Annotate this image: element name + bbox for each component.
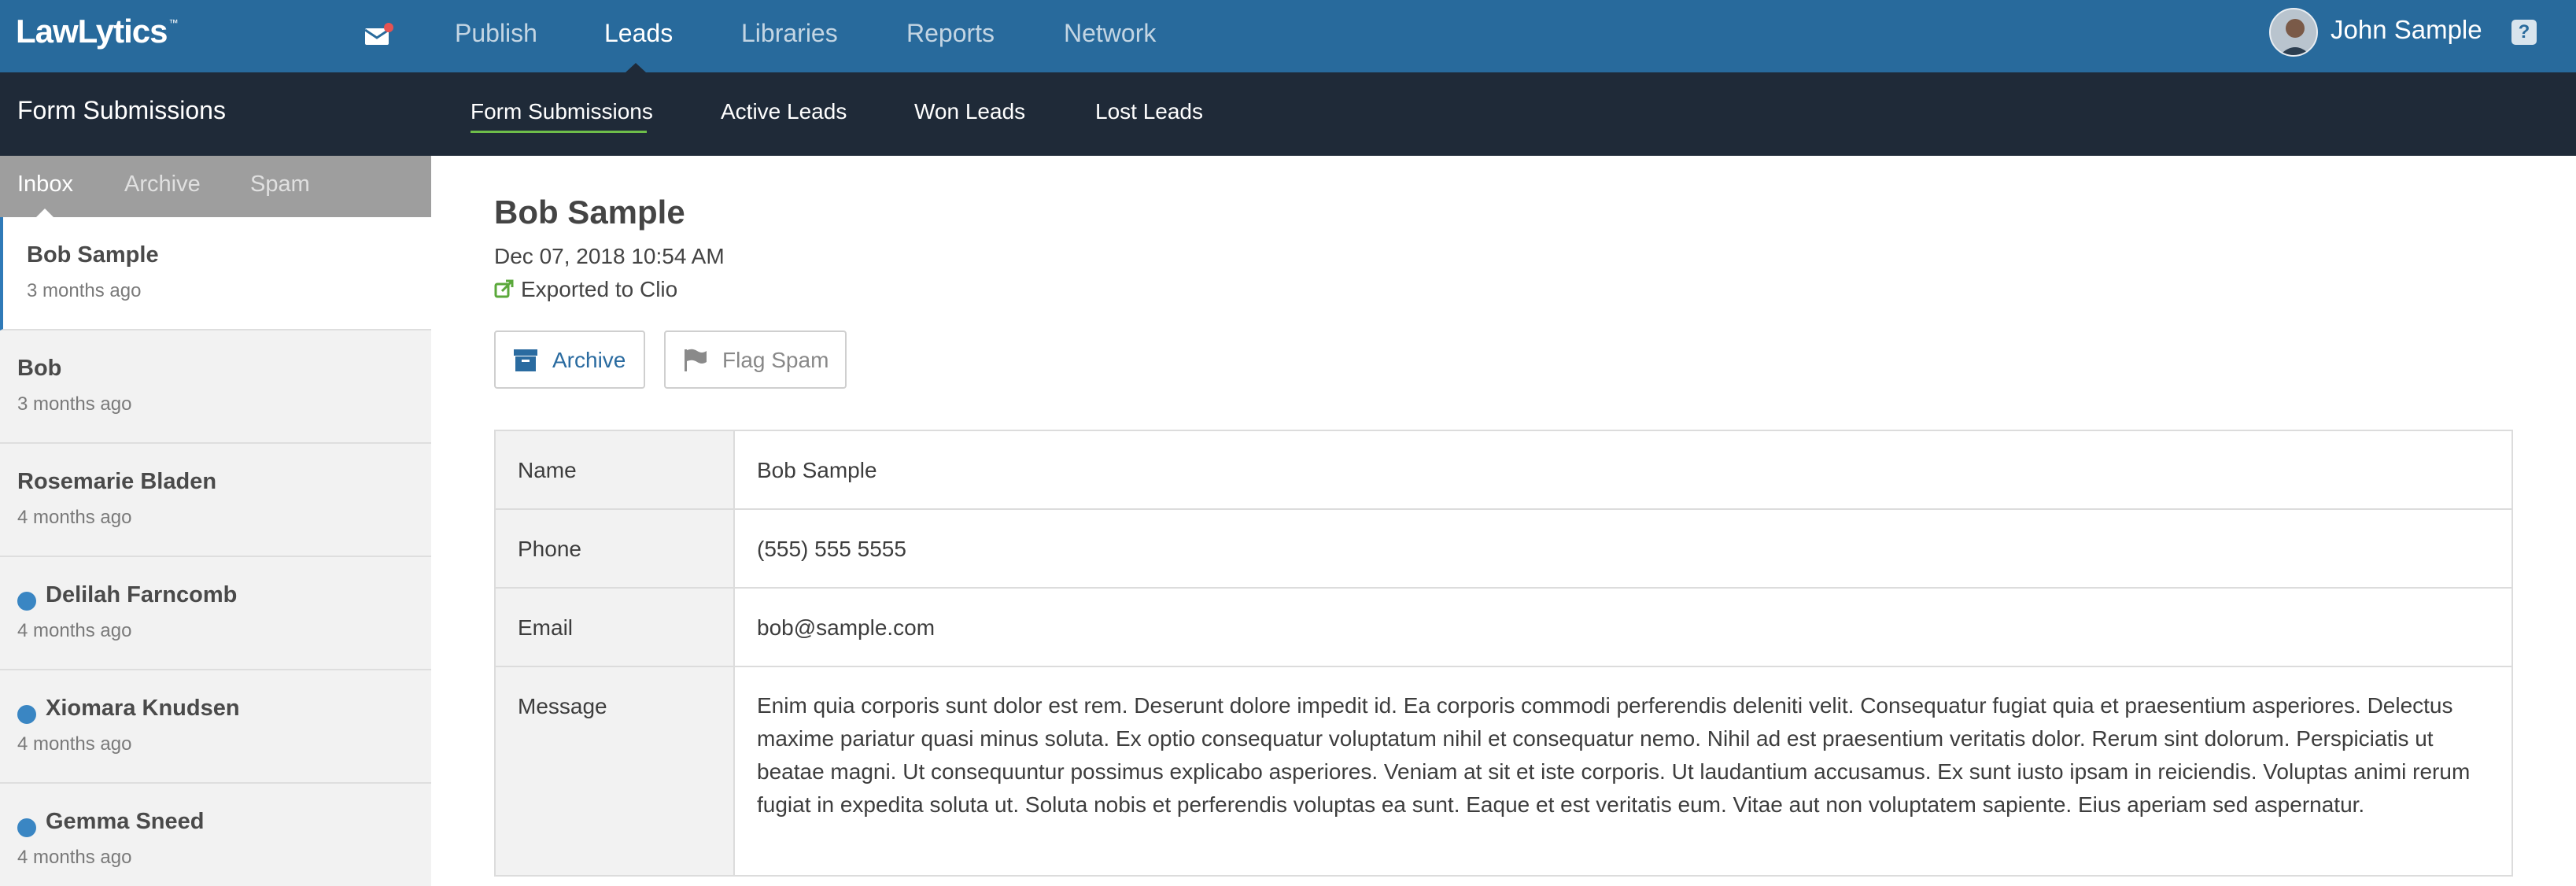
submission-date: Dec 07, 2018 10:54 AM (494, 244, 725, 268)
folder-tab-archive[interactable]: Archive (124, 172, 201, 198)
export-status: Exported to Clio (494, 277, 677, 302)
user-name[interactable]: John Sample (2331, 15, 2482, 45)
nav-libraries[interactable]: Libraries (741, 19, 838, 48)
help-icon[interactable]: ? (2511, 20, 2537, 45)
lead-name: Xiomara Knudsen (46, 696, 240, 721)
active-nav-indicator (626, 63, 646, 72)
lead-time: 4 months ago (17, 733, 132, 755)
table-row: Email bob@sample.com (494, 587, 2513, 667)
table-row: Message Enim quia corporis sunt dolor es… (494, 666, 2513, 877)
list-item[interactable]: Bob 3 months ago (0, 330, 431, 444)
lead-name: Bob (17, 356, 62, 381)
lead-time: 3 months ago (27, 280, 142, 301)
field-value: Bob Sample (733, 430, 2513, 510)
folder-tab-inbox[interactable]: Inbox (17, 172, 73, 198)
top-navigation-bar: LawLytics ™ Publish Leads Libraries Repor… (0, 0, 2576, 72)
folder-tab-spam[interactable]: Spam (250, 172, 310, 198)
unread-dot-icon (17, 592, 36, 611)
nav-publish[interactable]: Publish (455, 19, 537, 48)
user-avatar-icon (2271, 9, 2316, 55)
lead-time: 4 months ago (17, 847, 132, 868)
list-item[interactable]: Xiomara Knudsen 4 months ago (0, 670, 431, 784)
nav-reports[interactable]: Reports (906, 19, 995, 48)
unread-dot-icon (17, 705, 36, 724)
app-logo[interactable]: LawLytics ™ (16, 13, 179, 50)
lead-name: Bob Sample (27, 242, 159, 268)
archive-box-icon (514, 349, 537, 371)
active-tab-underline (471, 131, 647, 133)
field-label: Message (494, 666, 735, 877)
field-value[interactable]: (555) 555 5555 (733, 508, 2513, 589)
tab-form-submissions[interactable]: Form Submissions (471, 99, 653, 124)
tab-lost-leads[interactable]: Lost Leads (1095, 99, 1203, 124)
lead-name: Delilah Farncomb (46, 582, 238, 607)
list-item[interactable]: Rosemarie Bladen 4 months ago (0, 444, 431, 557)
flag-icon (685, 349, 707, 371)
archive-button[interactable]: Archive (494, 330, 645, 389)
lead-time: 4 months ago (17, 507, 132, 528)
active-folder-indicator (36, 209, 54, 217)
list-item[interactable]: Bob Sample 3 months ago (0, 217, 431, 330)
list-item[interactable]: Gemma Sneed 4 months ago (0, 784, 431, 886)
nav-leads[interactable]: Leads (604, 19, 673, 48)
section-title: Form Submissions (17, 96, 226, 124)
sub-navigation-bar: Form Submissions Form Submissions Active… (0, 72, 2576, 156)
tab-active-leads[interactable]: Active Leads (721, 99, 847, 124)
avatar[interactable] (2269, 8, 2318, 57)
nav-network[interactable]: Network (1064, 19, 1156, 48)
lead-time: 4 months ago (17, 620, 132, 641)
lead-time: 3 months ago (17, 393, 132, 415)
lead-name: Gemma Sneed (46, 809, 205, 834)
field-value[interactable]: bob@sample.com (733, 587, 2513, 667)
tab-won-leads[interactable]: Won Leads (914, 99, 1025, 124)
folder-tabs: Inbox Archive Spam (0, 156, 431, 217)
unread-dot-icon (17, 818, 36, 837)
external-link-icon (494, 279, 514, 298)
submission-fields-table: Name Bob Sample Phone (555) 555 5555 Ema… (494, 430, 2513, 877)
field-label: Phone (494, 508, 735, 589)
lead-title: Bob Sample (494, 194, 685, 231)
field-label: Name (494, 430, 735, 510)
lead-name: Rosemarie Bladen (17, 469, 217, 494)
list-item[interactable]: Delilah Farncomb 4 months ago (0, 557, 431, 670)
archive-button-label: Archive (552, 348, 626, 372)
field-label: Email (494, 587, 735, 667)
flag-spam-button-label: Flag Spam (722, 348, 829, 372)
envelope-icon[interactable] (364, 22, 393, 47)
flag-spam-button[interactable]: Flag Spam (664, 330, 847, 389)
lead-detail-panel: Bob Sample Dec 07, 2018 10:54 AM Exporte… (431, 156, 2576, 886)
lead-sidebar: Inbox Archive Spam Bob Sample 3 months a… (0, 156, 431, 886)
table-row: Phone (555) 555 5555 (494, 508, 2513, 589)
export-status-label: Exported to Clio (521, 277, 678, 301)
message-text: Enim quia corporis sunt dolor est rem. D… (733, 666, 2513, 877)
table-row: Name Bob Sample (494, 430, 2513, 510)
lead-list: Bob Sample 3 months ago Bob 3 months ago… (0, 217, 431, 886)
